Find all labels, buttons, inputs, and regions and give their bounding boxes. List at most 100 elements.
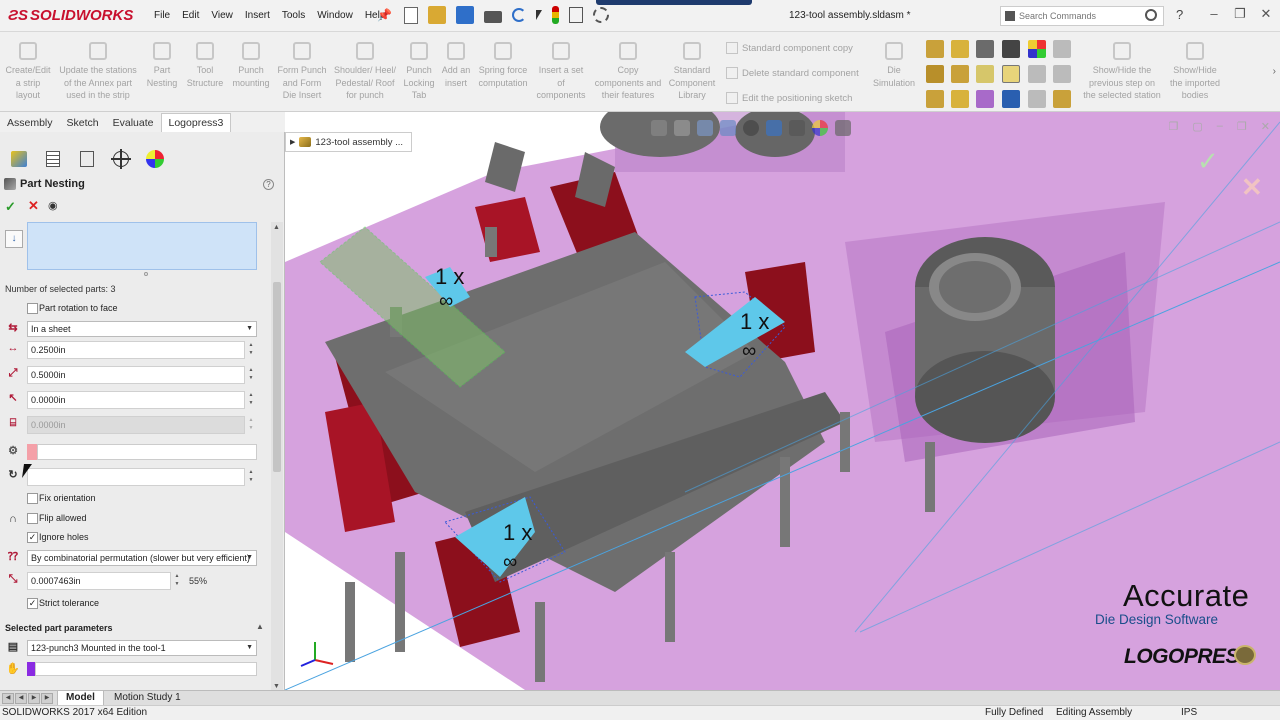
- selected-part-select[interactable]: 123-punch3 Mounted in the tool-1: [27, 640, 257, 656]
- minimize-icon[interactable]: –: [1206, 6, 1222, 22]
- tool-icon-4[interactable]: [1002, 40, 1020, 58]
- menu-tools[interactable]: Tools: [276, 10, 311, 21]
- restore-icon[interactable]: ❐: [1232, 6, 1248, 22]
- flyout-tree[interactable]: ▶ 123-tool assembly ...: [285, 132, 413, 152]
- tab-evaluate[interactable]: Evaluate: [106, 114, 161, 132]
- viewport-restore-icon[interactable]: ❐: [1169, 120, 1179, 133]
- part-rotation-checkbox[interactable]: [27, 303, 38, 314]
- next-tab-icon[interactable]: ▶: [28, 693, 40, 704]
- undo-icon[interactable]: [512, 8, 526, 22]
- search-scope-icon[interactable]: [1005, 11, 1015, 21]
- delete-standard-component-button[interactable]: Delete standard component: [726, 67, 859, 79]
- spacing-stepper[interactable]: ▲ ▼: [247, 341, 255, 359]
- flyout-tree-item[interactable]: 123-tool assembly ...: [315, 137, 403, 148]
- chevron-right-icon[interactable]: ›: [1273, 66, 1276, 77]
- show-hide-imported-bodies-button[interactable]: Show/Hide the imported bodies: [1166, 36, 1224, 102]
- margin-stepper[interactable]: ▲ ▼: [247, 366, 255, 384]
- tab-sketch[interactable]: Sketch: [60, 114, 106, 132]
- add-insert-button[interactable]: Add an insert: [438, 36, 474, 89]
- tab-model[interactable]: Model: [57, 691, 104, 706]
- tool-icon-2[interactable]: [951, 40, 969, 58]
- selected-part-parameters-header[interactable]: Selected part parameters: [5, 623, 113, 633]
- viewport-maximize-icon[interactable]: ❐: [1237, 120, 1247, 133]
- menu-insert[interactable]: Insert: [239, 10, 276, 21]
- menu-file[interactable]: File: [148, 10, 176, 21]
- tool-icon-7[interactable]: [951, 65, 969, 83]
- file-properties-icon[interactable]: [569, 7, 583, 23]
- print-icon[interactable]: [484, 10, 502, 23]
- viewport-tile-icon[interactable]: ▢: [1192, 120, 1202, 133]
- pin-icon[interactable]: 📌: [377, 8, 392, 22]
- tolerance-input[interactable]: 0.0007463in: [27, 572, 171, 590]
- resize-handle[interactable]: [144, 272, 148, 276]
- ignore-holes-checkbox[interactable]: [27, 532, 38, 543]
- tab-assembly[interactable]: Assembly: [0, 114, 60, 132]
- copy-components-button[interactable]: Copy components and their features: [592, 36, 664, 102]
- tool-icon-18[interactable]: [1053, 40, 1071, 58]
- select-cursor-icon[interactable]: [536, 10, 542, 20]
- create-strip-layout-button[interactable]: Create/Edit a strip layout: [2, 36, 54, 102]
- standard-component-copy-button[interactable]: Standard component copy: [726, 42, 853, 54]
- insert-set-components-button[interactable]: Insert a set of components: [532, 36, 590, 102]
- viewport-minimize-icon[interactable]: –: [1217, 120, 1223, 133]
- menu-window[interactable]: Window: [311, 10, 359, 21]
- die-simulation-button[interactable]: Die Simulation: [868, 36, 920, 89]
- prev-tab-icon[interactable]: ◀: [15, 693, 27, 704]
- update-stations-button[interactable]: Update the stations of the Annex part us…: [54, 36, 142, 102]
- flip-allowed-checkbox[interactable]: [27, 513, 38, 524]
- scroll-thumb[interactable]: [273, 282, 281, 472]
- search-input[interactable]: [1019, 9, 1137, 23]
- featuremanager-tab[interactable]: [4, 147, 34, 171]
- menu-edit[interactable]: Edit: [176, 10, 205, 21]
- zoom-area-icon[interactable]: [674, 120, 690, 136]
- layout-mode-select[interactable]: In a sheet: [27, 321, 257, 337]
- ok-check-icon[interactable]: ✓: [5, 199, 16, 215]
- edit-appearance-icon[interactable]: [812, 120, 828, 136]
- graphics-area[interactable]: 1 x ∞ 1 x ∞ 1 x ∞ ▶ 123-tool assembly ..…: [285, 112, 1280, 690]
- tool-icon-15[interactable]: [1002, 90, 1020, 108]
- nesting-method-select[interactable]: By combinatorial permutation (slower but…: [27, 550, 257, 566]
- search-commands-box[interactable]: [1000, 6, 1164, 26]
- options-gear-icon[interactable]: [593, 7, 609, 23]
- previous-view-icon[interactable]: [697, 120, 713, 136]
- offset-input[interactable]: 0.0000in: [27, 391, 245, 409]
- punch-mounting-button[interactable]: Punch mounting: [228, 36, 274, 89]
- selection-arrow-icon[interactable]: ↓: [5, 230, 23, 248]
- solidworks-logo[interactable]: ƧS SOLIDWORKS: [8, 7, 133, 24]
- tool-icon-9[interactable]: [1002, 65, 1020, 83]
- collapse-chevron-icon[interactable]: ▲: [256, 622, 264, 631]
- tool-icon-17[interactable]: [1053, 90, 1071, 108]
- material-field[interactable]: [37, 444, 257, 460]
- rotation-angle-input[interactable]: [27, 468, 245, 486]
- help-icon[interactable]: ?: [263, 179, 274, 190]
- save-icon[interactable]: [456, 6, 474, 24]
- zoom-to-fit-icon[interactable]: [651, 120, 667, 136]
- tolerance-stepper[interactable]: ▲ ▼: [173, 572, 181, 590]
- preview-eye-icon[interactable]: ◉: [48, 199, 58, 212]
- help-icon[interactable]: ?: [1176, 7, 1183, 22]
- rotation-stepper[interactable]: ▲ ▼: [247, 468, 255, 486]
- tab-motion-study[interactable]: Motion Study 1: [106, 691, 189, 706]
- open-folder-icon[interactable]: [428, 6, 446, 24]
- standard-component-library-button[interactable]: Standard Component Library: [664, 36, 720, 102]
- unit-system[interactable]: IPS: [1181, 706, 1197, 720]
- spring-force-button[interactable]: Spring force computation: [474, 36, 532, 89]
- search-icon[interactable]: [1145, 9, 1157, 21]
- expand-arrow-icon[interactable]: ▶: [290, 138, 295, 146]
- first-tab-icon[interactable]: ◀: [2, 693, 14, 704]
- tool-icon-5[interactable]: [1028, 40, 1046, 58]
- tool-icon-14[interactable]: [976, 90, 994, 108]
- tool-icon-11[interactable]: [1053, 65, 1071, 83]
- edit-positioning-sketch-button[interactable]: Edit the positioning sketch: [726, 92, 852, 104]
- cancel-x-icon[interactable]: ✕: [28, 198, 39, 214]
- tool-icon-10[interactable]: [1028, 65, 1046, 83]
- tool-structure-button[interactable]: Tool Structure: [182, 36, 228, 89]
- close-icon[interactable]: ✕: [1258, 6, 1274, 22]
- scroll-up-icon[interactable]: ▲: [273, 224, 280, 231]
- tool-icon-8[interactable]: [976, 65, 994, 83]
- tab-logopress3[interactable]: Logopress3: [160, 113, 232, 132]
- tool-icon-3[interactable]: [976, 40, 994, 58]
- strict-tolerance-checkbox[interactable]: [27, 598, 38, 609]
- configurationmanager-tab[interactable]: [72, 147, 102, 171]
- rebuild-icon[interactable]: [552, 6, 559, 24]
